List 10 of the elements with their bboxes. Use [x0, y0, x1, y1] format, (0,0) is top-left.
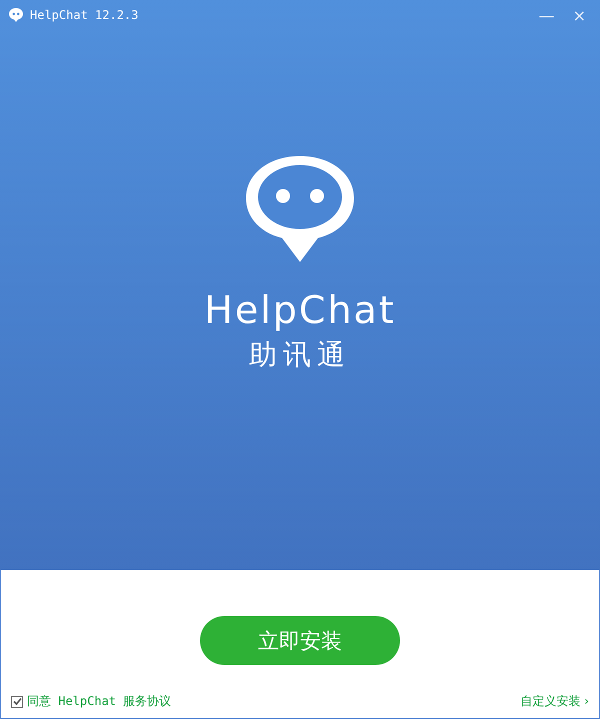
app-subtitle: 助讯通 — [249, 337, 351, 373]
agreement-checkbox[interactable] — [11, 696, 23, 708]
install-button[interactable]: 立即安装 — [200, 616, 400, 665]
app-name: HelpChat — [204, 288, 396, 332]
window-title: HelpChat 12.2.3 — [30, 8, 140, 22]
app-logo-icon — [8, 7, 24, 23]
custom-install-link[interactable]: 自定义安装 › — [520, 693, 589, 710]
minimize-button[interactable]: — — [532, 6, 561, 24]
agreement-label[interactable]: 同意 HelpChat 服务协议 — [27, 693, 172, 710]
close-button[interactable]: × — [566, 6, 592, 24]
